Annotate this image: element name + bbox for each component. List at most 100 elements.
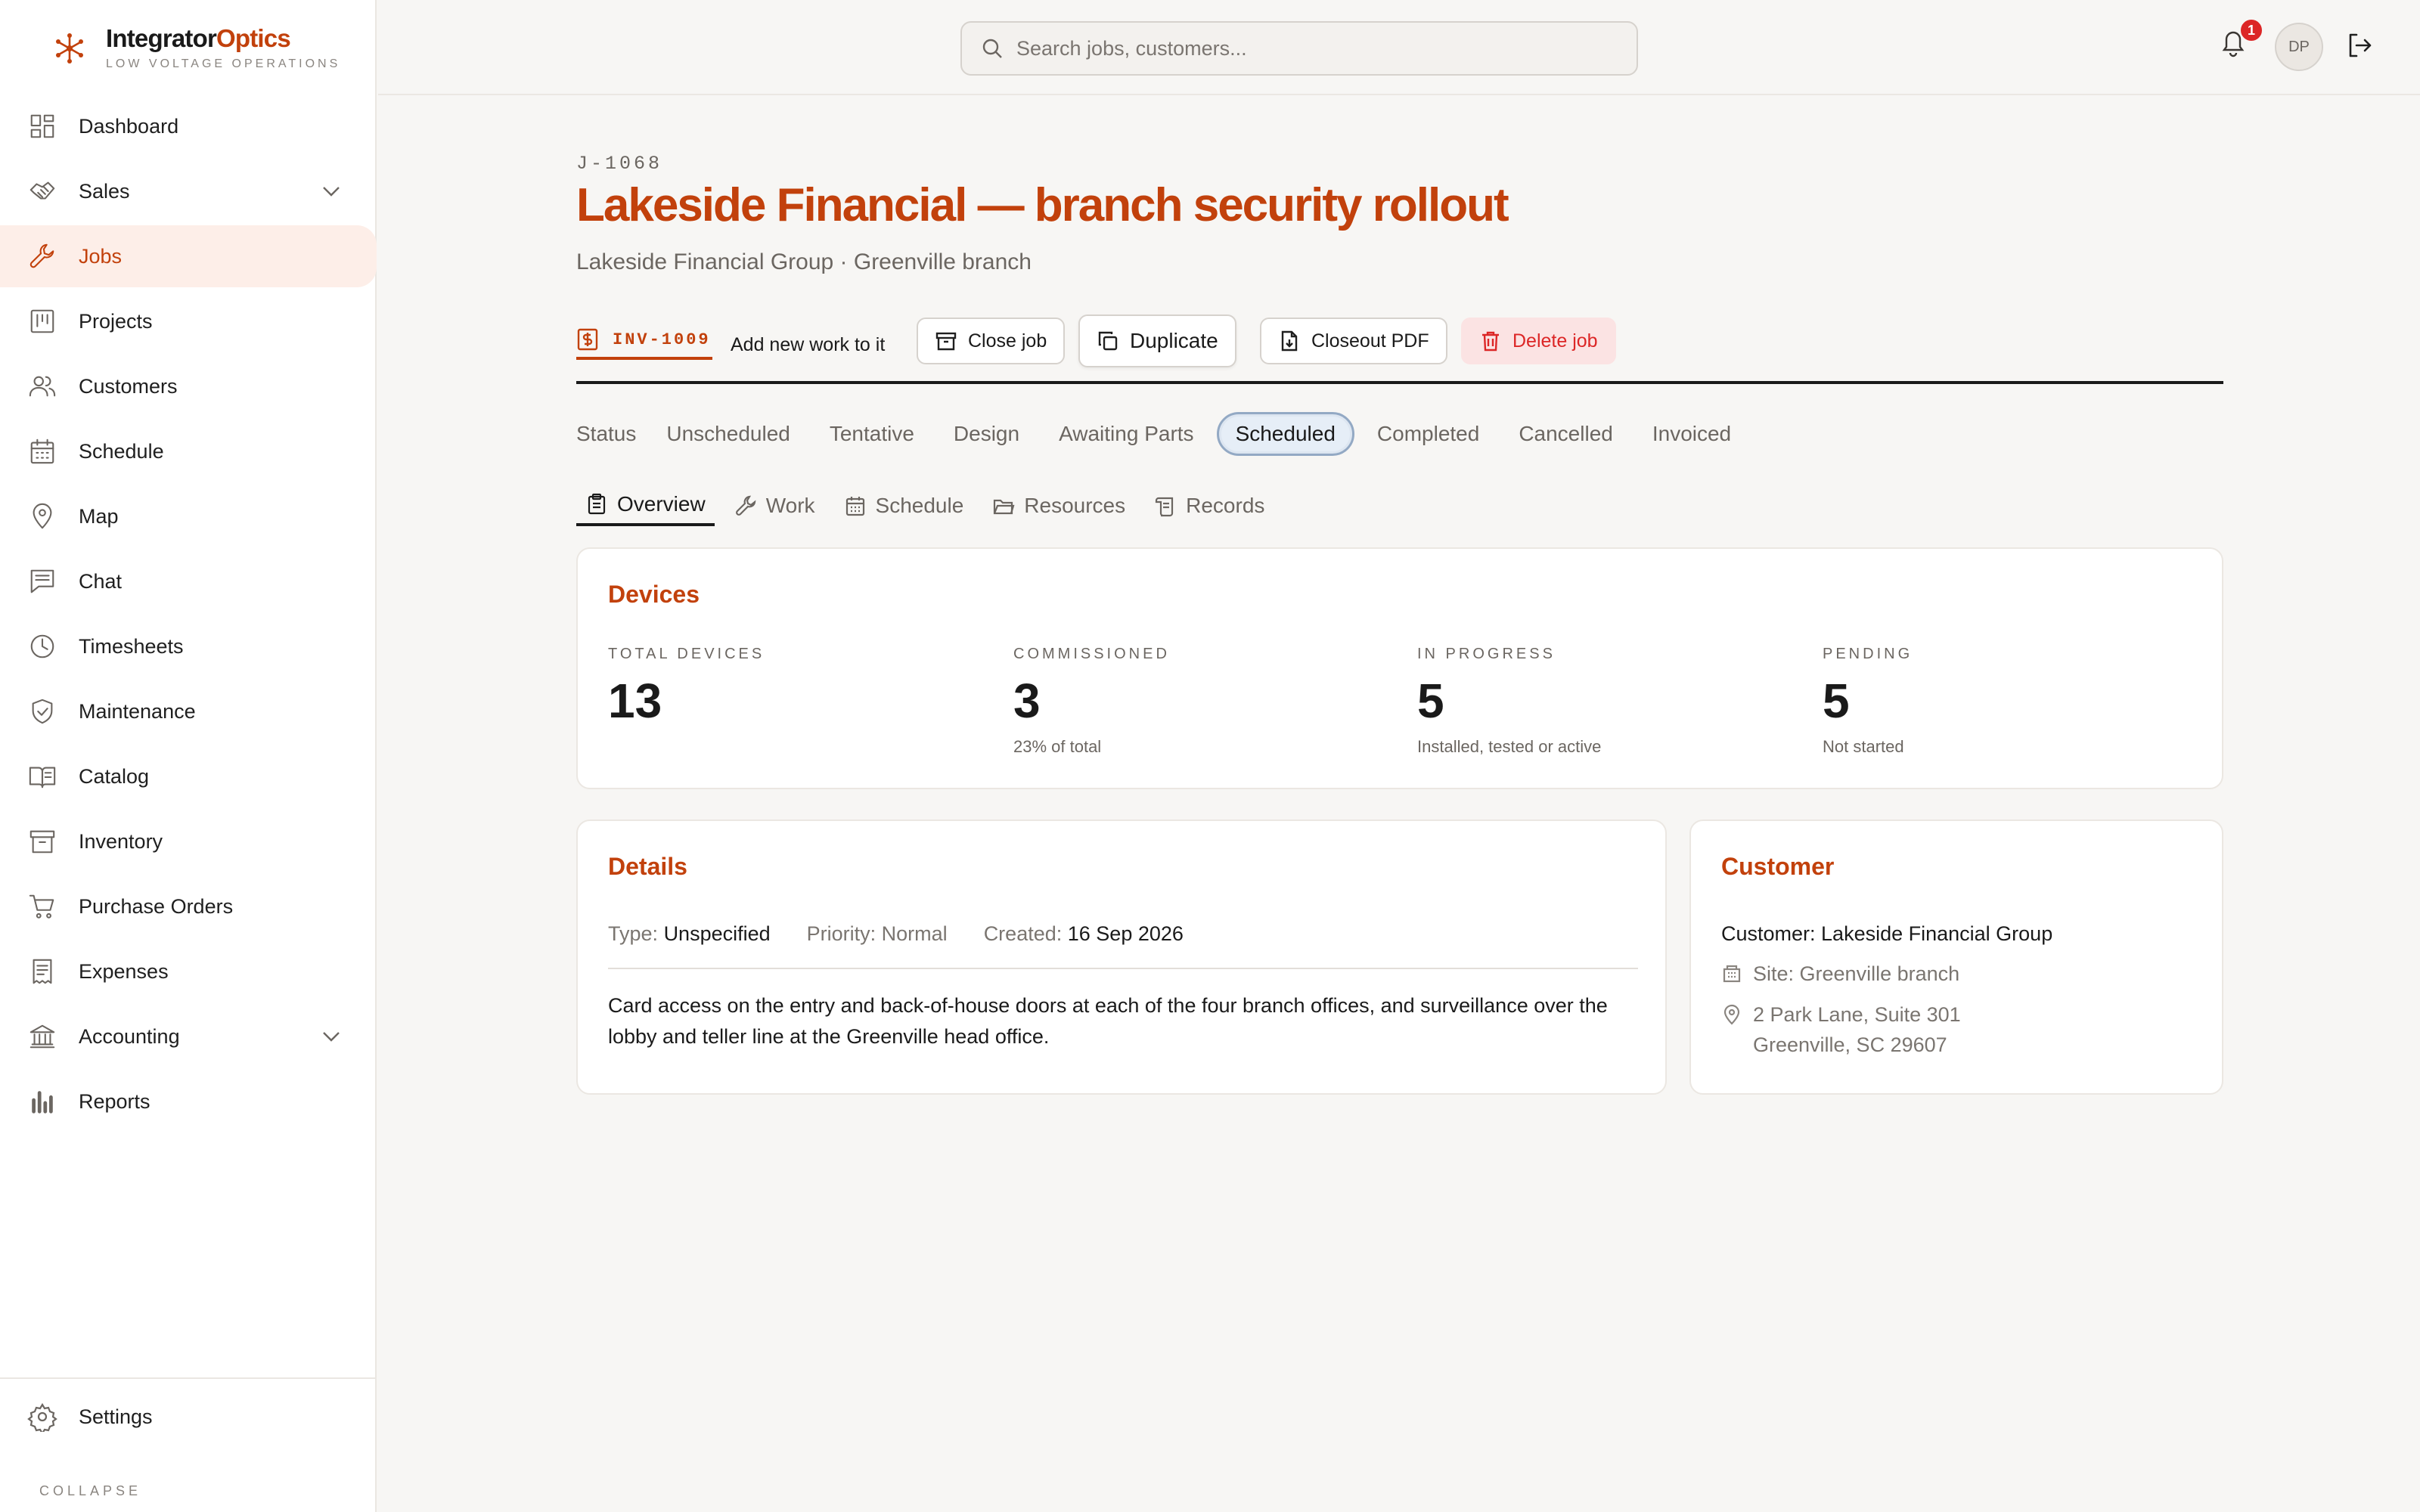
- sidebar-item-reports[interactable]: Reports: [0, 1070, 377, 1132]
- brand-logo-icon: [56, 33, 83, 64]
- close-job-button[interactable]: Close job: [917, 318, 1066, 364]
- sidebar: IntegratorOptics LOW VOLTAGE OPERATIONS …: [0, 0, 377, 1512]
- stat-label: IN PROGRESS: [1417, 646, 1556, 662]
- users-icon: [27, 371, 57, 401]
- stat-value: 5: [1417, 674, 1444, 728]
- logout-button[interactable]: [2344, 30, 2378, 64]
- file-download-icon: [1281, 330, 1298, 352]
- add-work-button[interactable]: Add new work to it: [731, 322, 885, 367]
- sidebar-item-label: Purchase Orders: [79, 894, 234, 918]
- sidebar-item-inventory[interactable]: Inventory: [0, 810, 377, 872]
- delete-job-button[interactable]: Delete job: [1461, 318, 1616, 364]
- divider: [608, 968, 1638, 969]
- tab-records[interactable]: Records: [1145, 485, 1274, 526]
- customer-name[interactable]: Customer: Lakeside Financial Group: [1721, 922, 2052, 946]
- job-subtitle: Lakeside Financial Group · Greenville br…: [576, 249, 1032, 274]
- sidebar-nav: Dashboard Sales Jobs Projects Customers …: [0, 95, 377, 1136]
- clock-icon: [27, 631, 57, 662]
- closeout-pdf-button[interactable]: Closeout PDF: [1260, 318, 1447, 364]
- receipt-icon: [27, 956, 57, 987]
- chevron-down-icon[interactable]: [319, 1024, 343, 1049]
- archive-box-icon: [27, 826, 57, 857]
- stat-label: TOTAL DEVICES: [608, 646, 765, 662]
- bar-chart-icon: [27, 1086, 57, 1117]
- sidebar-item-maintenance[interactable]: Maintenance: [0, 680, 377, 742]
- details-meta: Type: Unspecified Priority: Normal Creat…: [608, 922, 1220, 946]
- stat-label: PENDING: [1823, 646, 1913, 662]
- job-id: J-1068: [576, 153, 663, 175]
- stat-value: 5: [1823, 674, 1850, 728]
- map-pin-icon: [27, 501, 57, 531]
- trash-icon: [1482, 331, 1499, 352]
- dashboard-icon: [27, 111, 57, 141]
- stat-commissioned: COMMISSIONED 3 23% of total: [1013, 646, 1170, 757]
- building-icon: [1723, 965, 1741, 983]
- sidebar-item-label: Maintenance: [79, 699, 196, 723]
- status-option-completed[interactable]: Completed: [1377, 422, 1479, 446]
- sidebar-item-customers[interactable]: Customers: [0, 355, 377, 417]
- details-card: Details Type: Unspecified Priority: Norm…: [576, 820, 1667, 1095]
- invoice-link[interactable]: INV-1009: [576, 322, 712, 360]
- customer-card: Customer Customer: Lakeside Financial Gr…: [1689, 820, 2223, 1095]
- tab-work[interactable]: Work: [725, 485, 824, 526]
- sidebar-item-label: Jobs: [79, 244, 123, 268]
- sidebar-item-label: Customers: [79, 374, 178, 398]
- sidebar-item-projects[interactable]: Projects: [0, 290, 377, 352]
- stat-value: 3: [1013, 674, 1041, 728]
- collapse-button[interactable]: COLLAPSE: [39, 1483, 141, 1499]
- sidebar-item-label: Inventory: [79, 829, 163, 853]
- customer-address: 2 Park Lane, Suite 301 Greenville, SC 29…: [1721, 999, 1961, 1060]
- address-line-1: 2 Park Lane, Suite 301: [1753, 1003, 1961, 1026]
- status-option-tentative[interactable]: Tentative: [830, 422, 914, 446]
- sidebar-item-label: Chat: [79, 569, 123, 593]
- sidebar-item-label: Catalog: [79, 764, 150, 788]
- sidebar-item-chat[interactable]: Chat: [0, 550, 377, 612]
- job-tabs: Overview Work Schedule Resources Records: [576, 485, 1284, 529]
- bank-icon: [27, 1021, 57, 1052]
- tab-label: Schedule: [875, 494, 964, 517]
- tab-resources[interactable]: Resources: [983, 485, 1134, 526]
- sidebar-item-map[interactable]: Map: [0, 485, 377, 547]
- sidebar-item-jobs[interactable]: Jobs: [0, 225, 377, 287]
- status-option-design[interactable]: Design: [954, 422, 1019, 446]
- sidebar-item-schedule[interactable]: Schedule: [0, 420, 377, 482]
- search-input[interactable]: [1016, 36, 1606, 60]
- tab-overview[interactable]: Overview: [576, 485, 715, 526]
- copy-icon: [1098, 331, 1118, 351]
- scroll-icon: [1156, 497, 1174, 517]
- brand[interactable]: IntegratorOptics LOW VOLTAGE OPERATIONS: [51, 23, 340, 76]
- kanban-icon: [27, 306, 57, 336]
- sidebar-item-expenses[interactable]: Expenses: [0, 940, 377, 1002]
- sidebar-item-label: Map: [79, 504, 119, 528]
- job-created: Created: 16 Sep 2026: [983, 922, 1184, 945]
- search-bar[interactable]: [960, 21, 1638, 76]
- topbar: 1 DP: [378, 0, 2420, 95]
- status-option-cancelled[interactable]: Cancelled: [1519, 422, 1613, 446]
- archive-icon: [935, 332, 957, 351]
- status-option-scheduled[interactable]: Scheduled: [1216, 412, 1354, 456]
- stat-in-progress: IN PROGRESS 5 Installed, tested or activ…: [1417, 646, 1601, 757]
- sidebar-item-settings[interactable]: Settings: [27, 1402, 153, 1432]
- tab-schedule[interactable]: Schedule: [835, 485, 973, 526]
- status-option-awaiting-parts[interactable]: Awaiting Parts: [1059, 422, 1193, 446]
- sidebar-item-purchase-orders[interactable]: Purchase Orders: [0, 875, 377, 937]
- wrench-icon: [735, 495, 756, 516]
- shield-check-icon: [27, 696, 57, 727]
- close-job-label: Close job: [968, 330, 1047, 352]
- chevron-down-icon[interactable]: [319, 179, 343, 203]
- wrench-icon: [27, 241, 57, 271]
- sidebar-item-timesheets[interactable]: Timesheets: [0, 615, 377, 677]
- gear-icon: [27, 1402, 57, 1432]
- sidebar-item-accounting[interactable]: Accounting: [0, 1005, 377, 1067]
- devices-title: Devices: [608, 581, 700, 608]
- book-open-icon: [27, 761, 57, 792]
- sidebar-item-dashboard[interactable]: Dashboard: [0, 95, 377, 157]
- avatar[interactable]: DP: [2275, 23, 2323, 71]
- duplicate-button[interactable]: Duplicate: [1078, 314, 1236, 367]
- tab-label: Resources: [1024, 494, 1126, 517]
- sidebar-item-catalog[interactable]: Catalog: [0, 745, 377, 807]
- sidebar-item-sales[interactable]: Sales: [0, 160, 377, 222]
- status-option-invoiced[interactable]: Invoiced: [1652, 422, 1731, 446]
- sidebar-item-label: Dashboard: [79, 114, 179, 138]
- status-option-unscheduled[interactable]: Unscheduled: [666, 422, 790, 446]
